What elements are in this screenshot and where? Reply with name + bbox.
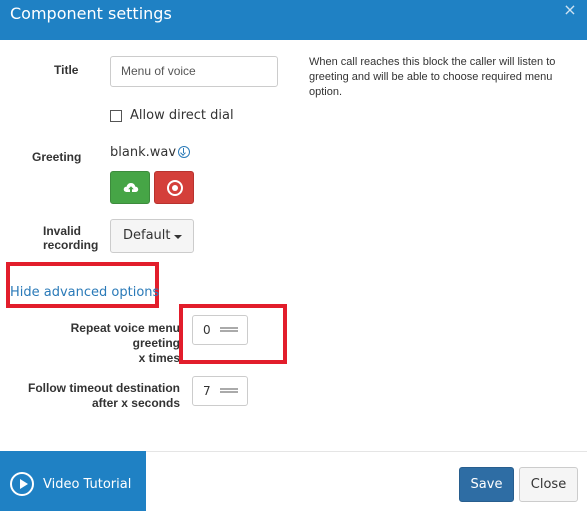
invalid-recording-dropdown[interactable]: Default <box>110 219 194 253</box>
close-label: Close <box>530 477 567 492</box>
hide-advanced-options-link[interactable]: Hide advanced options <box>10 284 159 302</box>
follow-timeout-spinner[interactable]: 7 <box>192 376 248 406</box>
save-label: Save <box>470 477 503 492</box>
title-label: Title <box>54 63 79 77</box>
video-tutorial-button[interactable]: Video Tutorial <box>0 451 146 511</box>
repeat-greeting-spinner[interactable]: 0 <box>192 315 248 345</box>
upload-button[interactable] <box>110 171 150 204</box>
modal-title: Component settings <box>10 4 172 23</box>
caret-down-icon <box>174 235 182 239</box>
follow-timeout-label-line1: Follow timeout destination <box>28 381 180 395</box>
video-tutorial-label: Video Tutorial <box>43 477 132 492</box>
close-icon[interactable]: × <box>563 1 577 19</box>
greeting-file-name: blank.wav <box>110 145 177 160</box>
invalid-recording-label: Invalid recording <box>43 224 99 252</box>
repeat-greeting-label: Repeat voice menu greeting x times <box>20 321 180 366</box>
invalid-recording-value: Default <box>123 228 171 243</box>
invalid-recording-label-line2: recording <box>43 238 99 252</box>
spinner-arrows-icon[interactable] <box>220 327 238 333</box>
help-text: When call reaches this block the caller … <box>309 56 556 98</box>
follow-timeout-value: 7 <box>203 384 211 398</box>
title-input[interactable]: Menu of voice <box>110 56 278 87</box>
modal-header: Component settings × <box>0 0 587 40</box>
repeat-greeting-label-line2: x times <box>138 351 180 365</box>
close-button[interactable]: Close <box>519 467 578 502</box>
repeat-greeting-label-line1: Repeat voice menu greeting <box>70 321 180 350</box>
record-icon <box>167 180 183 196</box>
spinner-arrows-icon[interactable] <box>220 388 238 394</box>
allow-direct-dial-checkbox[interactable] <box>110 110 122 122</box>
upload-cloud-icon <box>123 183 139 193</box>
save-button[interactable]: Save <box>459 467 514 502</box>
allow-direct-dial-label[interactable]: Allow direct dial <box>130 107 234 125</box>
download-icon[interactable] <box>178 146 190 158</box>
repeat-greeting-value: 0 <box>203 323 211 337</box>
invalid-recording-label-line1: Invalid <box>43 224 82 238</box>
follow-timeout-label: Follow timeout destination after x secon… <box>20 381 180 411</box>
play-circle-icon <box>10 472 34 496</box>
record-button[interactable] <box>154 171 194 204</box>
greeting-label: Greeting <box>32 150 82 164</box>
follow-timeout-label-line2: after x seconds <box>91 396 180 410</box>
